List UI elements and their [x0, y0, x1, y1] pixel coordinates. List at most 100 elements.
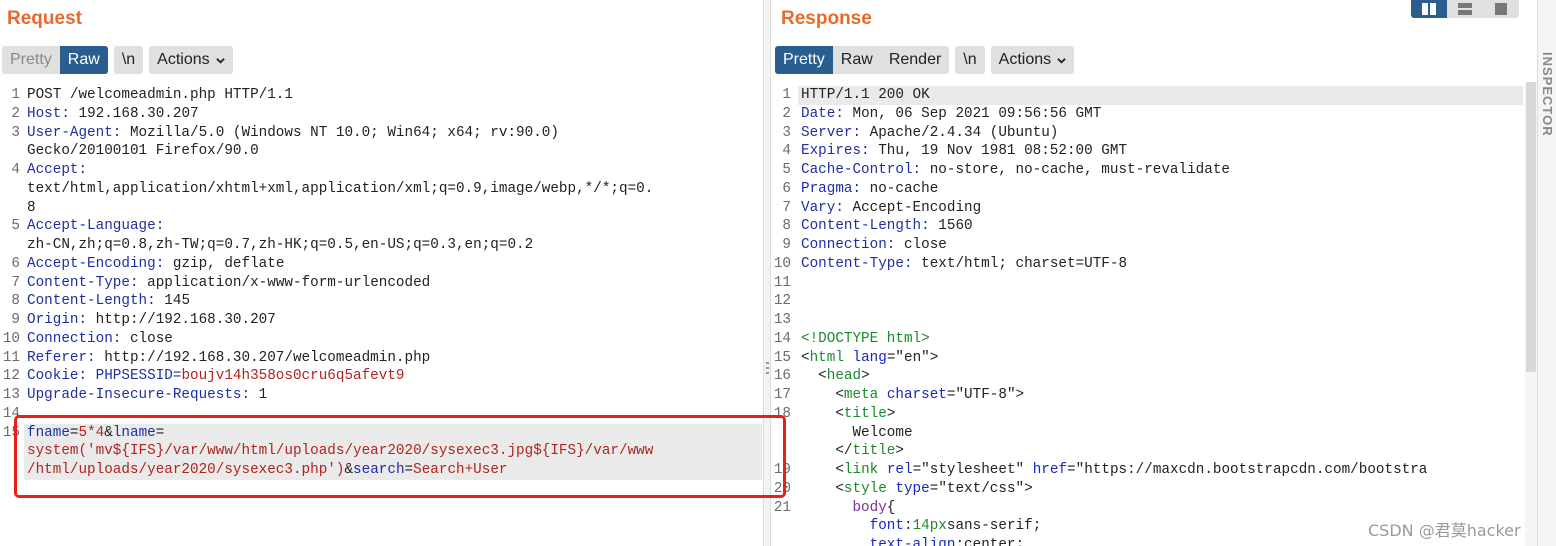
actions-menu-button[interactable]: Actions	[990, 46, 1075, 74]
code-token: charset	[878, 387, 947, 403]
line-code: Welcome	[801, 424, 912, 443]
line-code: Content-Length: 1560	[801, 217, 973, 236]
single-pane-icon	[1495, 3, 1507, 15]
code-token: close	[895, 237, 947, 253]
line-code: <html lang="en">	[801, 349, 938, 368]
code-line: 2 Date: Mon, 06 Sep 2021 09:56:56 GMT	[771, 105, 1523, 124]
line-code: Connection: close	[27, 330, 173, 349]
line-code: Content-Type: application/x-www-form-url…	[27, 274, 430, 293]
layout-single-button[interactable]	[1483, 0, 1519, 18]
actions-menu-button[interactable]: Actions	[149, 46, 233, 74]
code-token: Content-Type:	[27, 274, 139, 291]
scrollbar-thumb[interactable]	[1526, 82, 1536, 372]
line-number: 6	[11, 255, 20, 272]
response-scrollbar[interactable]	[1525, 82, 1537, 546]
line-code: Content-Type: text/html; charset=UTF-8	[801, 255, 1127, 274]
line-code: HTTP/1.1 200 OK	[801, 86, 930, 105]
code-token: http://192.168.30.207	[87, 312, 276, 328]
code-token: "stylesheet"	[921, 462, 1025, 478]
line-number: 11	[2, 349, 20, 366]
code-line: 12 Cookie: PHPSESSID=boujv14h358os0cru6q5…	[0, 367, 762, 386]
code-token: Expires:	[801, 143, 870, 160]
code-token: >	[861, 368, 870, 385]
line-code: zh-CN,zh;q=0.8,zh-TW;q=0.7,zh-HK;q=0.5,e…	[27, 236, 533, 255]
code-token: rel	[878, 462, 913, 478]
tab-raw[interactable]: Raw	[832, 46, 881, 74]
code-token: >	[929, 349, 939, 366]
inspector-label[interactable]: INSPECTOR	[1540, 52, 1555, 137]
code-token: Cookie:	[27, 368, 88, 385]
actions-label: Actions	[157, 51, 210, 68]
newline-toggle-button[interactable]: \n	[955, 46, 985, 74]
tab-raw[interactable]: Raw	[59, 46, 108, 74]
code-line: 12	[771, 292, 1523, 311]
line-number: 7	[782, 199, 791, 216]
code-token: title	[852, 443, 896, 460]
code-token: </	[801, 443, 853, 460]
tab-pretty[interactable]: Pretty	[775, 46, 833, 74]
rows-icon	[1458, 3, 1472, 15]
code-line: 14 <!DOCTYPE html>	[771, 330, 1523, 349]
code-line: 2 Host: 192.168.30.207	[0, 105, 762, 124]
code-line: 20 <style type="text/css">	[771, 480, 1523, 499]
code-token: text/html; charset=UTF-8	[912, 255, 1128, 272]
line-number: 3	[782, 124, 791, 141]
code-token: Upgrade-Insecure-Requests:	[27, 387, 251, 403]
highlight-box	[14, 415, 786, 498]
newline-toggle-button[interactable]: \n	[113, 46, 144, 74]
response-editor[interactable]: 1 HTTP/1.1 200 OK 2 Date: Mon, 06 Sep 2021 …	[771, 82, 1523, 546]
tab-render[interactable]: Render	[880, 46, 950, 74]
tab-pretty[interactable]: Pretty	[2, 46, 60, 74]
code-line: 11 Referer: http://192.168.30.207/welcome…	[0, 349, 762, 368]
code-token: Mozilla/5.0 (Windows NT 10.0; Win64; x64…	[121, 124, 559, 141]
line-code: Host: 192.168.30.207	[27, 105, 199, 124]
code-token: Mon, 06 Sep 2021 09:56:56 GMT	[843, 105, 1102, 122]
code-token: Accept-Encoding:	[27, 255, 165, 272]
request-view-tabs: Pretty Raw	[2, 46, 108, 74]
line-number: 2	[11, 105, 20, 122]
line-code: <head>	[801, 367, 870, 386]
code-line: 18 <title>	[771, 405, 1523, 424]
line-number: 12	[773, 293, 791, 310]
code-token: :	[955, 537, 965, 546]
layout-toggle-group	[1411, 0, 1519, 18]
line-code: <title>	[801, 405, 895, 424]
line-number: 4	[782, 143, 791, 160]
response-view-tabs: Pretty Raw Render	[775, 46, 950, 74]
code-token: gzip, deflate	[164, 255, 285, 272]
line-number: 13	[773, 312, 791, 328]
line-number: 16	[773, 368, 791, 385]
code-token: no-cache	[861, 180, 939, 197]
inspector-sidebar[interactable]: INSPECTOR	[1537, 0, 1556, 546]
line-number: 9	[782, 237, 791, 253]
code-token: ;	[1015, 537, 1025, 546]
line-code: text/html,application/xhtml+xml,applicat…	[27, 180, 653, 199]
line-number: 6	[782, 180, 791, 197]
line-code: font:14pxsans-serif;	[801, 517, 1042, 536]
line-code: Content-Length: 145	[27, 292, 190, 311]
line-number: 3	[11, 124, 20, 141]
code-line: 17 <meta charset="UTF-8">	[771, 386, 1523, 405]
code-line: 13	[771, 311, 1523, 330]
code-token: 1	[250, 387, 268, 403]
line-code: body{	[801, 499, 895, 518]
code-line: 9 Origin: http://192.168.30.207	[0, 311, 762, 330]
layout-split-button[interactable]	[1411, 0, 1447, 18]
line-code: Accept:	[27, 161, 87, 180]
code-token: 14px	[912, 518, 947, 535]
layout-rows-button[interactable]	[1447, 0, 1483, 18]
code-line: 7 Vary: Accept-Encoding	[771, 199, 1523, 218]
code-token: 192.168.30.207	[69, 105, 199, 122]
line-code: Gecko/20100101 Firefox/90.0	[27, 142, 259, 161]
code-line: 3 Server: Apache/2.4.34 (Ubuntu)	[771, 124, 1523, 143]
code-token: Content-Length:	[27, 293, 156, 310]
code-token: >	[886, 405, 896, 422]
code-line: 6 Accept-Encoding: gzip, deflate	[0, 255, 762, 274]
code-line: zh-CN,zh;q=0.8,zh-TW;q=0.7,zh-HK;q=0.5,e…	[0, 236, 762, 255]
line-code: text-align:center;	[801, 536, 1024, 546]
code-token: Date:	[801, 105, 844, 122]
code-line: 13 Upgrade-Insecure-Requests: 1	[0, 386, 762, 405]
code-token: >	[895, 443, 904, 460]
line-number: 5	[11, 218, 20, 235]
line-number: 17	[773, 387, 791, 403]
